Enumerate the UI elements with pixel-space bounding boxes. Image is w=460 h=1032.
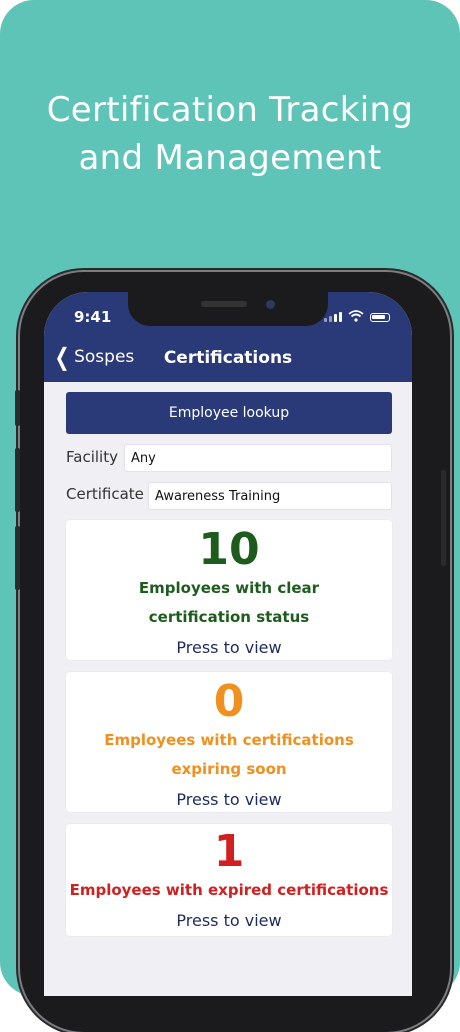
page-headline: Certification Tracking and Management: [0, 86, 460, 182]
side-button: [15, 390, 20, 426]
side-button: [15, 526, 20, 590]
clear-description-line-1: Employees with clear: [138, 579, 320, 597]
expired-count: 1: [213, 826, 245, 877]
signal-icon: [324, 312, 342, 322]
page-title: Certifications: [163, 348, 293, 368]
certificate-field[interactable]: Awareness Training: [148, 482, 392, 510]
status-time: 9:41: [74, 308, 112, 326]
clear-description-line-2: certification status: [148, 608, 310, 626]
headline-line-2: and Management: [78, 138, 382, 178]
clear-status-card[interactable]: 10 Employees with clear certification st…: [66, 520, 392, 660]
speaker: [201, 301, 247, 307]
press-to-view-link[interactable]: Press to view: [66, 638, 392, 657]
employee-lookup-button[interactable]: Employee lookup: [66, 392, 392, 434]
facility-label: Facility: [66, 448, 118, 466]
clear-count: 10: [198, 524, 260, 575]
expiring-soon-card[interactable]: 0 Employees with certifications expiring…: [66, 672, 392, 812]
press-to-view-link[interactable]: Press to view: [66, 911, 392, 930]
expiring-description-line-2: expiring soon: [171, 760, 287, 778]
wifi-icon: [348, 310, 364, 322]
expiring-count: 0: [213, 676, 245, 727]
certificate-label: Certificate: [66, 485, 144, 503]
camera: [266, 300, 275, 309]
headline-line-1: Certification Tracking: [46, 90, 414, 130]
press-to-view-link[interactable]: Press to view: [66, 790, 392, 809]
expired-description: Employees with expired certifications: [69, 881, 389, 899]
side-button: [15, 448, 20, 512]
expired-card[interactable]: 1 Employees with expired certifications …: [66, 824, 392, 936]
expiring-description-line-1: Employees with certifications: [104, 731, 354, 749]
facility-field[interactable]: Any: [124, 444, 392, 472]
notch: [128, 292, 328, 326]
side-button: [441, 470, 446, 566]
status-icons: [324, 310, 390, 322]
phone-screen: 9:41 ❮ Sospes Certifications Employee lo…: [44, 292, 412, 996]
battery-icon: [370, 313, 390, 322]
